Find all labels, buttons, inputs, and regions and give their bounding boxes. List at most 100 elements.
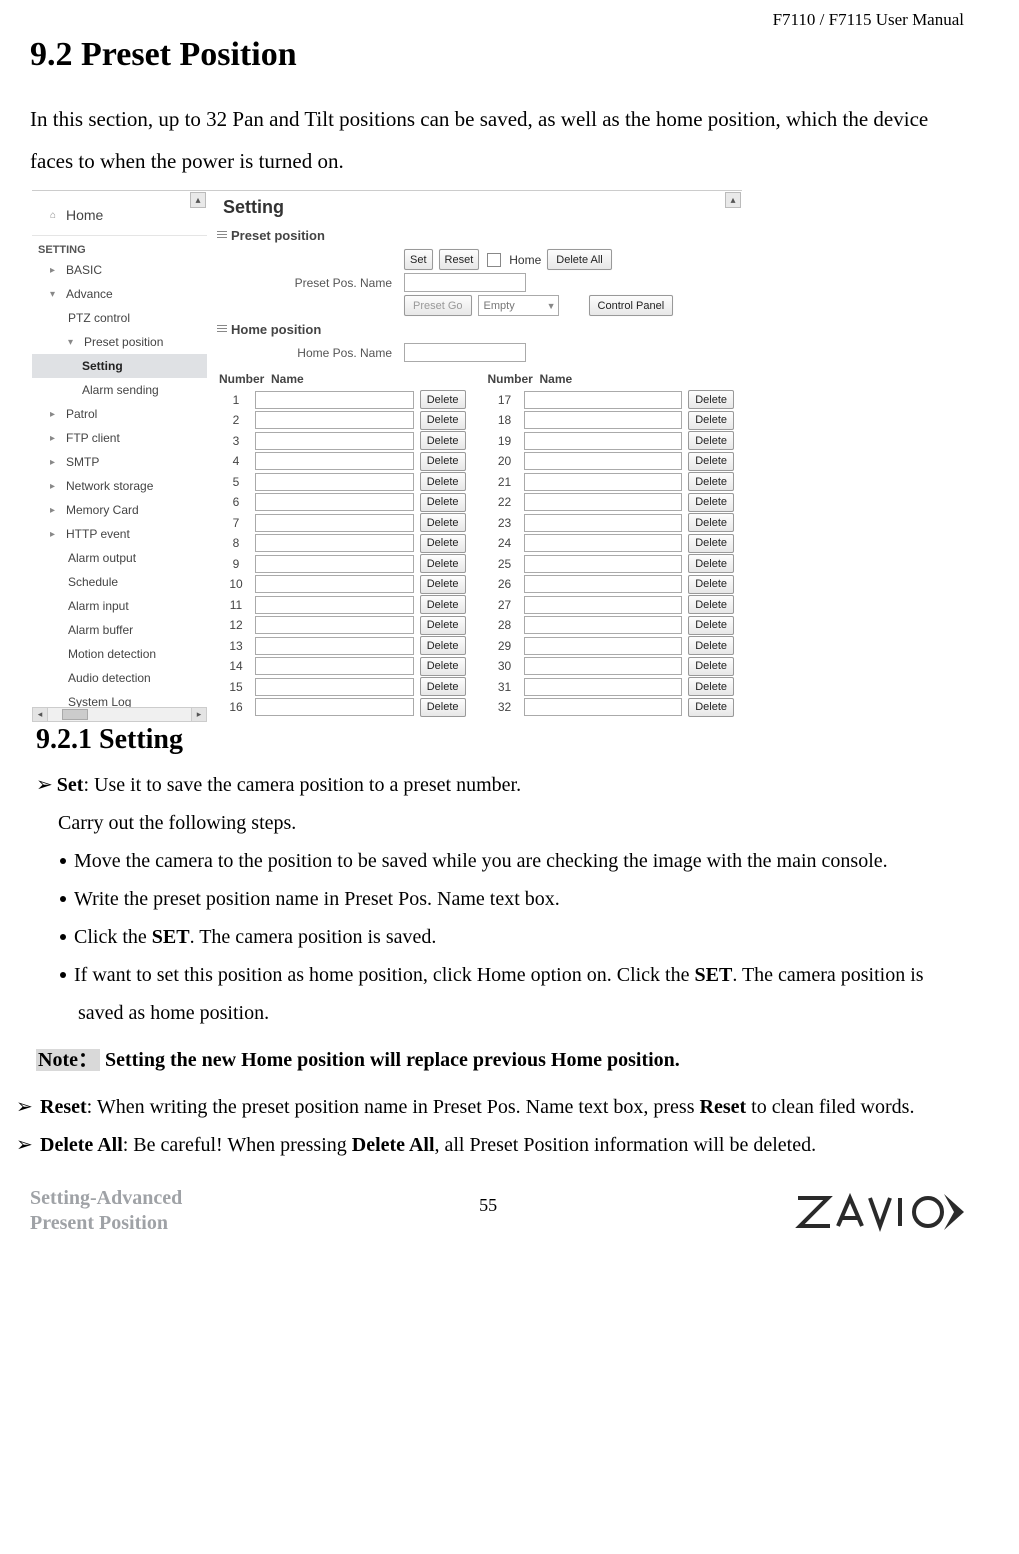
delete-button[interactable]: Delete	[688, 472, 734, 491]
scrollbar-right-button[interactable]: ▸	[191, 708, 206, 721]
sidebar-home[interactable]: ⌂Home	[32, 197, 207, 236]
preset-name-input[interactable]	[404, 273, 526, 292]
home-name-input[interactable]	[404, 343, 526, 362]
delete-button[interactable]: Delete	[420, 698, 466, 717]
preset-name-input[interactable]	[524, 616, 683, 634]
preset-name-input[interactable]	[524, 678, 683, 696]
preset-name-input[interactable]	[524, 493, 683, 511]
delete-button[interactable]: Delete	[420, 513, 466, 532]
preset-name-input[interactable]	[255, 657, 414, 675]
delete-button[interactable]: Delete	[688, 677, 734, 696]
delete-button[interactable]: Delete	[688, 616, 734, 635]
delete-button[interactable]: Delete	[688, 575, 734, 594]
preset-name-input[interactable]	[524, 514, 683, 532]
sidebar-item-ftp[interactable]: ▸FTP client	[32, 426, 207, 450]
delete-button[interactable]: Delete	[688, 513, 734, 532]
sidebar-item-preset-position[interactable]: ▾Preset position	[32, 330, 207, 354]
preset-name-input[interactable]	[255, 698, 414, 716]
delete-button[interactable]: Delete	[420, 595, 466, 614]
preset-select[interactable]: Empty▼	[478, 295, 559, 316]
preset-name-input[interactable]	[524, 698, 683, 716]
delete-button[interactable]: Delete	[688, 431, 734, 450]
delete-button[interactable]: Delete	[688, 554, 734, 573]
preset-name-input[interactable]	[524, 575, 683, 593]
preset-name-input[interactable]	[524, 657, 683, 675]
sidebar-item-advance[interactable]: ▾Advance	[32, 282, 207, 306]
sidebar-item-ptz[interactable]: PTZ control	[32, 306, 207, 330]
sidebar-item-alarm-buffer[interactable]: Alarm buffer	[32, 618, 207, 642]
delete-button[interactable]: Delete	[420, 677, 466, 696]
sidebar-item-memory-card[interactable]: ▸Memory Card	[32, 498, 207, 522]
sidebar-item-smtp[interactable]: ▸SMTP	[32, 450, 207, 474]
preset-name-input[interactable]	[255, 452, 414, 470]
scrollbar-up-button[interactable]: ▴	[190, 192, 206, 208]
delete-button[interactable]: Delete	[688, 657, 734, 676]
preset-name-input[interactable]	[255, 678, 414, 696]
delete-button[interactable]: Delete	[420, 431, 466, 450]
preset-name-input[interactable]	[524, 534, 683, 552]
preset-name-input[interactable]	[524, 391, 683, 409]
delete-button[interactable]: Delete	[420, 493, 466, 512]
delete-button[interactable]: Delete	[688, 698, 734, 717]
preset-name-input[interactable]	[255, 432, 414, 450]
preset-name-input[interactable]	[255, 596, 414, 614]
sidebar-item-motion-detection[interactable]: Motion detection	[32, 642, 207, 666]
set-button[interactable]: Set	[404, 249, 433, 270]
delete-button[interactable]: Delete	[420, 452, 466, 471]
delete-button[interactable]: Delete	[688, 390, 734, 409]
delete-all-button[interactable]: Delete All	[547, 249, 611, 270]
sidebar-item-label: BASIC	[66, 263, 102, 277]
delete-button[interactable]: Delete	[688, 534, 734, 553]
preset-name-input[interactable]	[255, 391, 414, 409]
content-scrollbar-up[interactable]: ▴	[725, 192, 741, 208]
sidebar-item-patrol[interactable]: ▸Patrol	[32, 402, 207, 426]
delete-button[interactable]: Delete	[688, 595, 734, 614]
delete-button[interactable]: Delete	[420, 554, 466, 573]
delete-button[interactable]: Delete	[420, 616, 466, 635]
preset-name-input[interactable]	[255, 514, 414, 532]
delete-button[interactable]: Delete	[420, 575, 466, 594]
sidebar-item-schedule[interactable]: Schedule	[32, 570, 207, 594]
preset-table-right: NumberName 17Delete18Delete19Delete20Del…	[486, 368, 735, 718]
scrollbar-left-button[interactable]: ◂	[33, 708, 48, 721]
delete-button[interactable]: Delete	[688, 493, 734, 512]
sidebar-item-alarm-output[interactable]: Alarm output	[32, 546, 207, 570]
control-panel-button[interactable]: Control Panel	[589, 295, 674, 316]
preset-name-input[interactable]	[524, 555, 683, 573]
delete-button[interactable]: Delete	[420, 534, 466, 553]
preset-name-input[interactable]	[255, 555, 414, 573]
preset-name-input[interactable]	[255, 616, 414, 634]
delete-button[interactable]: Delete	[688, 411, 734, 430]
delete-button[interactable]: Delete	[688, 452, 734, 471]
preset-name-input[interactable]	[255, 534, 414, 552]
preset-go-button[interactable]: Preset Go	[404, 295, 472, 316]
delete-button[interactable]: Delete	[420, 636, 466, 655]
sidebar-item-setting[interactable]: Setting	[32, 354, 207, 378]
delete-button[interactable]: Delete	[688, 636, 734, 655]
preset-name-input[interactable]	[255, 493, 414, 511]
delete-button[interactable]: Delete	[420, 657, 466, 676]
preset-name-input[interactable]	[524, 452, 683, 470]
delete-button[interactable]: Delete	[420, 472, 466, 491]
sidebar-hscrollbar[interactable]: ◂ ▸	[32, 707, 207, 722]
sidebar-item-network-storage[interactable]: ▸Network storage	[32, 474, 207, 498]
preset-name-input[interactable]	[524, 596, 683, 614]
sidebar-item-http-event[interactable]: ▸HTTP event	[32, 522, 207, 546]
home-checkbox[interactable]	[487, 253, 501, 267]
scrollbar-thumb[interactable]	[62, 709, 88, 720]
preset-name-input[interactable]	[524, 473, 683, 491]
sidebar-item-alarm-sending[interactable]: Alarm sending	[32, 378, 207, 402]
sidebar-item-alarm-input[interactable]: Alarm input	[32, 594, 207, 618]
delete-button[interactable]: Delete	[420, 390, 466, 409]
preset-name-input[interactable]	[524, 637, 683, 655]
preset-name-input[interactable]	[255, 637, 414, 655]
reset-button[interactable]: Reset	[439, 249, 480, 270]
preset-name-input[interactable]	[524, 411, 683, 429]
preset-name-input[interactable]	[255, 411, 414, 429]
sidebar-item-basic[interactable]: ▸BASIC	[32, 258, 207, 282]
sidebar-item-audio-detection[interactable]: Audio detection	[32, 666, 207, 690]
delete-button[interactable]: Delete	[420, 411, 466, 430]
preset-name-input[interactable]	[255, 473, 414, 491]
preset-name-input[interactable]	[524, 432, 683, 450]
preset-name-input[interactable]	[255, 575, 414, 593]
